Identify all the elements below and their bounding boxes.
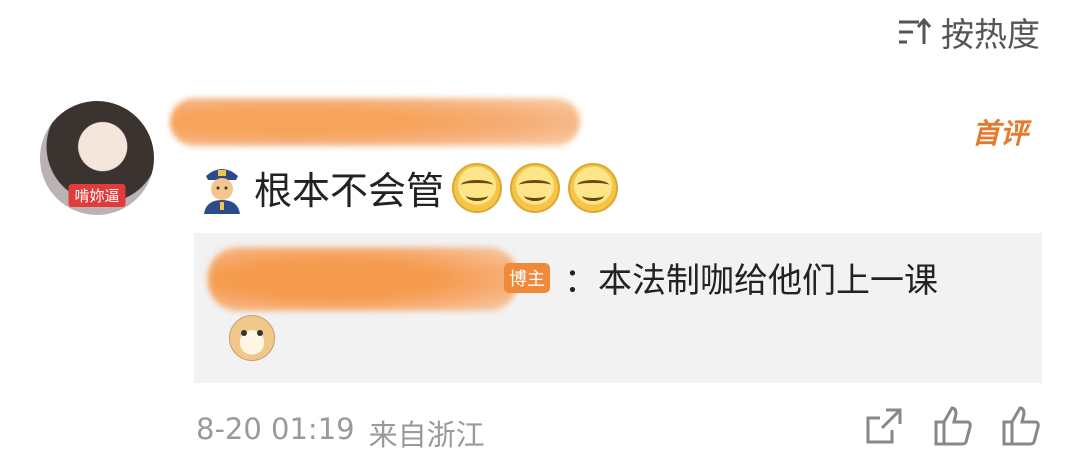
like-icon[interactable]	[934, 406, 972, 446]
reply-preview[interactable]: 博主 ：本法制咖给他们上一课	[194, 233, 1042, 383]
sort-toggle[interactable]: 按热度	[897, 8, 1040, 56]
police-officer-emoji	[204, 168, 240, 214]
host-badge: 博主	[504, 263, 550, 293]
redacted-username[interactable]	[170, 98, 580, 146]
avatar[interactable]: 啃妳逼	[40, 101, 154, 215]
share-icon[interactable]	[864, 406, 904, 446]
avatar-tag: 啃妳逼	[68, 184, 126, 207]
comment-actions	[864, 406, 1040, 446]
like-icon[interactable]	[1002, 406, 1040, 446]
comment-time: 8-20 01:19	[196, 412, 355, 446]
comment-location: 来自浙江	[368, 418, 485, 452]
comment-meta: 8-20 01:19 来自浙江	[196, 412, 485, 454]
comment-text: 根本不会管	[254, 169, 445, 213]
comment-body: 根本不会管	[198, 160, 619, 215]
smirk-emoji	[510, 162, 561, 213]
smirk-emoji	[452, 162, 503, 213]
smirk-emoji	[568, 162, 619, 213]
sort-label: 按热度	[941, 15, 1040, 54]
reply-text: ：本法制咖给他们上一课	[564, 261, 938, 301]
first-comment-badge: 首评	[971, 117, 1028, 150]
doge-emoji	[229, 315, 275, 361]
redacted-reply-username	[208, 247, 518, 311]
sort-icon	[899, 17, 931, 44]
